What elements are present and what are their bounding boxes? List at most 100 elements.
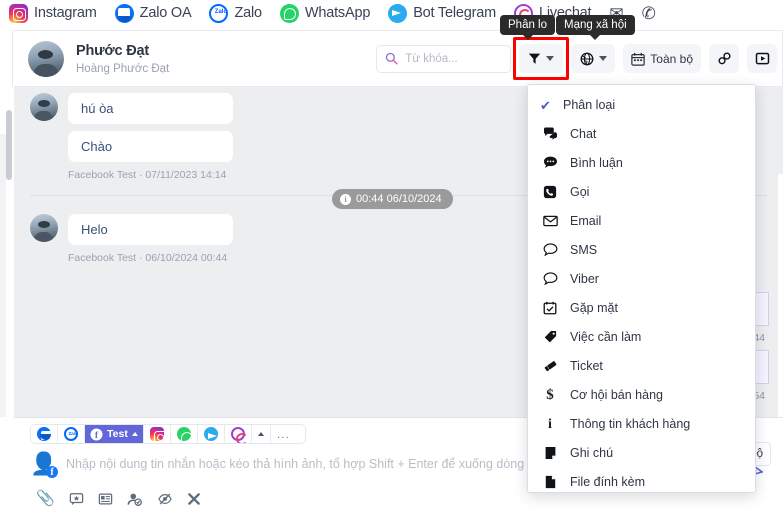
date-range-label: Toàn bộ: [650, 51, 693, 66]
comment-icon: [542, 156, 558, 171]
composer-tab-telegram[interactable]: [197, 425, 225, 443]
filter-category-dropdown: ✔ Phân loại Chat Bình luận Gọi Email SMS…: [527, 84, 756, 493]
avatar: [28, 40, 64, 77]
dropdown-label: File đính kèm: [570, 475, 646, 490]
dollar-icon: $: [546, 387, 554, 403]
composer-tab-facebook-test[interactable]: f Test: [85, 425, 144, 443]
chevron-down-icon: [546, 56, 555, 61]
header-actions: Từ khóa... Toàn bộ: [376, 37, 782, 80]
dropdown-item-ticket[interactable]: Ticket: [528, 352, 755, 381]
dropdown-label: Gặp mặt: [570, 301, 618, 316]
video-button[interactable]: [747, 44, 777, 73]
composer-tabs-collapse[interactable]: [251, 425, 271, 443]
channel-label: WhatsApp: [304, 5, 371, 21]
person-facebook-icon: 👤 f: [30, 453, 58, 479]
dropdown-item-thong-tin-khach-hang[interactable]: i Thông tin khách hàng: [528, 410, 755, 439]
chevron-down-icon: [598, 56, 607, 61]
dropdown-label: Viber: [570, 272, 599, 287]
facebook-icon: f: [90, 427, 103, 441]
phone-icon: ✆: [641, 3, 656, 23]
composer-tab-livechat[interactable]: [224, 425, 252, 443]
channel-label: Instagram: [34, 5, 97, 21]
tag-icon: [542, 330, 558, 346]
date-separator-label: 00:44 06/10/2024: [356, 193, 442, 205]
globe-icon: [580, 52, 594, 65]
composer-tab-instagram[interactable]: [143, 425, 171, 443]
channel-zalo-oa[interactable]: Zalo OA: [106, 0, 201, 26]
hide-icon[interactable]: [157, 492, 173, 506]
conversation-subtitle: Hoàng Phước Đạt: [76, 62, 170, 75]
dropdown-item-file-dinh-kem[interactable]: File đính kèm: [528, 468, 755, 497]
dropdown-label: Gọi: [570, 185, 590, 200]
conversation-list-scrollbar[interactable]: [6, 110, 12, 180]
dropdown-item-chat[interactable]: Chat: [528, 120, 755, 149]
dropdown-label: Ghi chú: [570, 446, 614, 461]
video-play-icon: [755, 52, 769, 65]
channel-phone[interactable]: ✆: [633, 0, 665, 26]
avatar: [30, 93, 58, 121]
channel-bot-telegram[interactable]: Bot Telegram: [379, 0, 505, 26]
dropdown-label: Cơ hội bán hàng: [570, 388, 663, 403]
dropdown-label: Thông tin khách hàng: [570, 417, 691, 432]
channel-whatsapp[interactable]: WhatsApp: [271, 0, 379, 26]
page-title: Phước Đạt: [76, 42, 149, 59]
instagram-icon: [149, 427, 167, 443]
conversation-identity: Phước Đạt Hoàng Phước Đạt: [76, 43, 376, 75]
funnel-icon: [529, 53, 541, 64]
zalo-icon: Zalo: [64, 427, 78, 441]
tooltip-classify: Phân lo: [500, 15, 556, 40]
dropdown-label: Email: [570, 214, 602, 229]
dropdown-label: Phân loại: [563, 98, 616, 113]
composer-channel-tabs: Zalo f Test ...: [30, 424, 306, 444]
app-root: Instagram Zalo OA Zalo Zalo WhatsApp Bot…: [0, 0, 783, 515]
message-input[interactable]: Nhập nội dung tin nhắn hoặc kéo thả hình…: [66, 453, 524, 471]
search-input[interactable]: Từ khóa...: [376, 44, 512, 73]
composer-tab-zalo-oa[interactable]: [31, 425, 58, 443]
dropdown-item-viec-can-lam[interactable]: Việc cần làm: [528, 323, 755, 352]
left-rail-bottom: [0, 417, 14, 515]
file-icon: [542, 475, 558, 491]
source-filter-button[interactable]: [571, 44, 616, 73]
channel-instagram[interactable]: Instagram: [0, 0, 106, 26]
link-icon: [717, 52, 731, 65]
message-meta: Facebook Test · 07/11/2023 14:14: [68, 169, 227, 181]
message-bubbles: hú òa Chào Facebook Test · 07/11/2023 14…: [68, 93, 233, 181]
note-icon: [542, 446, 558, 462]
template-icon[interactable]: [98, 492, 113, 506]
dropdown-label: Bình luận: [570, 156, 623, 171]
composer-tab-label: Test: [107, 428, 128, 440]
link-button[interactable]: [709, 44, 739, 73]
composer-tabs-more[interactable]: ...: [270, 425, 296, 443]
message-meta: Facebook Test · 06/10/2024 00:44: [68, 252, 228, 264]
dropdown-item-goi[interactable]: Gọi: [528, 178, 755, 207]
composer-tab-whatsapp[interactable]: [170, 425, 198, 443]
dropdown-item-viber[interactable]: Viber: [528, 265, 755, 294]
search-placeholder: Từ khóa...: [405, 52, 458, 65]
dropdown-item-email[interactable]: Email: [528, 207, 755, 236]
dropdown-item-co-hoi-ban-hang[interactable]: $ Cơ hội bán hàng: [528, 381, 755, 410]
message-bubble[interactable]: Chào: [68, 131, 233, 162]
dropdown-label: Ticket: [570, 359, 603, 374]
attachment-icon[interactable]: 📎: [36, 491, 55, 506]
calendar-icon: [631, 52, 646, 66]
message-scrollbar[interactable]: [778, 174, 783, 417]
telegram-icon: [388, 3, 408, 23]
date-range-button[interactable]: Toàn bộ: [623, 44, 701, 73]
dropdown-item-gap-mat[interactable]: Gặp mặt: [528, 294, 755, 323]
dropdown-item-ghi-chu[interactable]: Ghi chú: [528, 439, 755, 468]
dropdown-item-phan-loai[interactable]: ✔ Phân loại: [528, 91, 755, 120]
dropdown-label: SMS: [570, 243, 598, 258]
dropdown-item-binh-luan[interactable]: Bình luận: [528, 149, 755, 178]
dropdown-item-sms[interactable]: SMS: [528, 236, 755, 265]
close-icon[interactable]: [187, 492, 201, 506]
assign-user-icon[interactable]: [127, 492, 143, 506]
composer-tab-zalo[interactable]: Zalo: [58, 425, 85, 443]
message-bubble[interactable]: Helo: [68, 214, 233, 245]
channel-zalo[interactable]: Zalo Zalo: [200, 0, 270, 26]
message-bubble[interactable]: hú òa: [68, 93, 233, 124]
quick-reply-icon[interactable]: [69, 492, 84, 506]
whatsapp-icon: [176, 427, 194, 443]
chevron-up-icon: [257, 432, 264, 436]
filter-button[interactable]: [519, 44, 564, 73]
zalo-icon: Zalo: [209, 3, 229, 23]
